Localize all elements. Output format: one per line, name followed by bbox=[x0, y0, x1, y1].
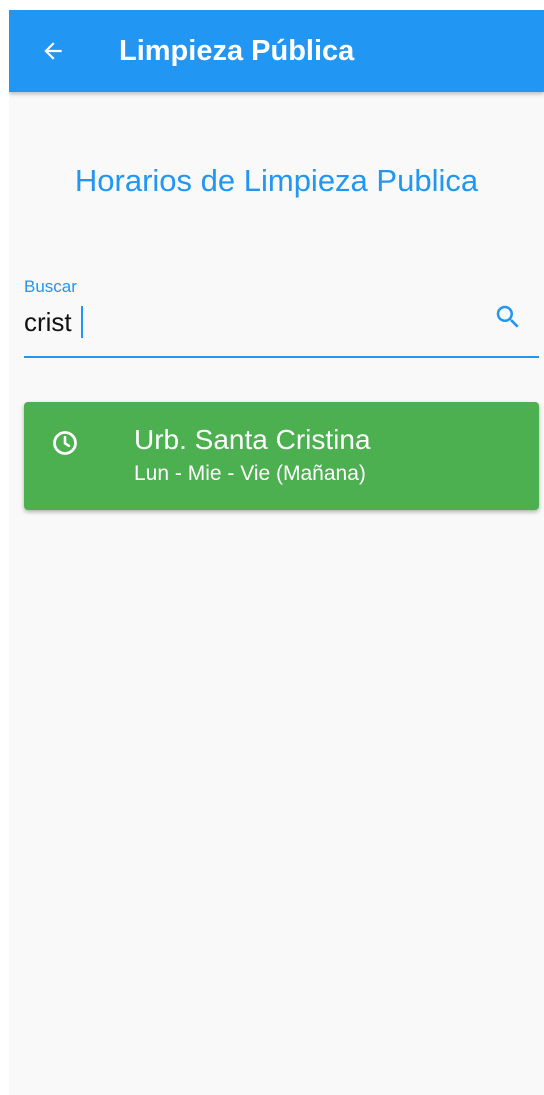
app-bar-title: Limpieza Pública bbox=[119, 35, 355, 67]
result-title: Urb. Santa Cristina bbox=[134, 424, 371, 455]
search-label: Buscar bbox=[24, 277, 77, 296]
search-underline bbox=[24, 356, 539, 358]
clock-icon bbox=[53, 431, 77, 455]
search-button[interactable] bbox=[491, 300, 525, 334]
search-field: Buscar bbox=[24, 274, 539, 358]
app-bar: Limpieza Pública bbox=[9, 10, 544, 92]
search-input[interactable] bbox=[24, 302, 464, 342]
result-subtitle: Lun - Mie - Vie (Mañana) bbox=[134, 462, 366, 485]
page-heading: Horarios de Limpieza Publica bbox=[74, 163, 479, 198]
app-screen: Limpieza Pública Horarios de Limpieza Pu… bbox=[9, 10, 544, 1095]
arrow-left-icon bbox=[44, 42, 62, 60]
search-icon bbox=[496, 305, 519, 328]
result-card[interactable]: Urb. Santa Cristina Lun - Mie - Vie (Mañ… bbox=[24, 402, 539, 510]
back-button[interactable] bbox=[33, 31, 73, 71]
text-cursor bbox=[81, 306, 83, 338]
